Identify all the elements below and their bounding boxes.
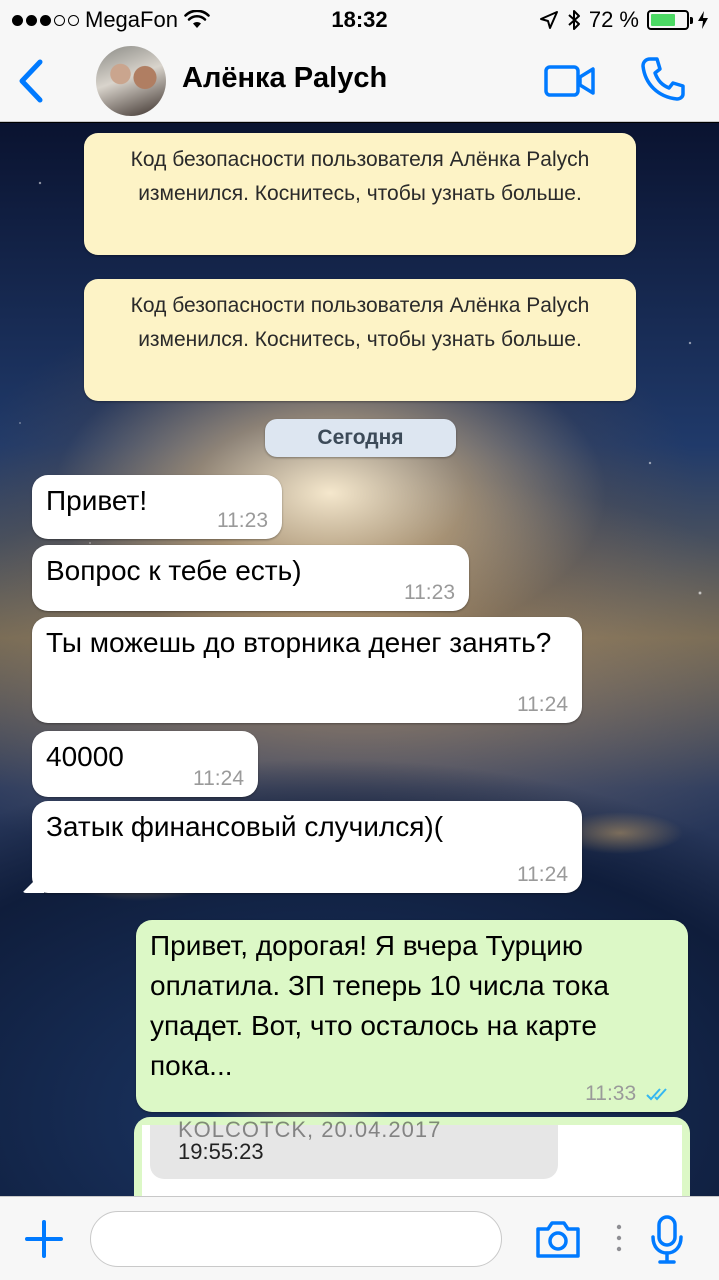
- security-notice-text: Код безопасности пользователя Алёнка Pal…: [130, 294, 590, 351]
- receipt-strip: KOLCOTCK, 20.04.2017 19:55:23: [150, 1117, 558, 1179]
- chat-header: Алёнка Palych: [0, 40, 719, 122]
- message-time: 11:23: [217, 509, 268, 532]
- video-call-icon[interactable]: [544, 64, 596, 98]
- microphone-icon[interactable]: [650, 1215, 684, 1265]
- incoming-message[interactable]: Затык финансовый случился)( 11:24: [32, 801, 582, 893]
- receipt-photo[interactable]: KOLCOTCK, 20.04.2017 19:55:23: [142, 1117, 682, 1196]
- message-time: 11:24: [517, 863, 568, 886]
- message-time-status: 11:33: [585, 1082, 674, 1106]
- message-text: Затык финансовый случился)(: [46, 811, 444, 842]
- security-notice[interactable]: Код безопасности пользователя Алёнка Pal…: [84, 133, 636, 255]
- image-message[interactable]: KOLCOTCK, 20.04.2017 19:55:23: [134, 1117, 690, 1196]
- message-time: 11:24: [193, 767, 244, 790]
- security-notice[interactable]: Код безопасности пользователя Алёнка Pal…: [84, 279, 636, 401]
- security-notice-text: Код безопасности пользователя Алёнка Pal…: [130, 148, 590, 205]
- outgoing-message[interactable]: Привет, дорогая! Я вчера Турцию оплатила…: [136, 920, 688, 1112]
- message-input[interactable]: [90, 1211, 502, 1267]
- chat-area[interactable]: Код безопасности пользователя Алёнка Pal…: [0, 123, 719, 1196]
- incoming-message[interactable]: Привет! 11:23: [32, 475, 282, 539]
- contact-name[interactable]: Алёнка Palych: [182, 62, 387, 95]
- message-time: 11:33: [585, 1082, 637, 1105]
- message-time: 11:23: [404, 581, 455, 604]
- avatar[interactable]: [96, 46, 166, 116]
- incoming-message[interactable]: Вопрос к тебе есть) 11:23: [32, 545, 469, 611]
- status-icons: 72 %: [539, 7, 709, 33]
- bluetooth-icon: [568, 10, 580, 30]
- battery-icon: [647, 10, 693, 30]
- status-bar: MegaFon 18:32 72 %: [0, 0, 719, 40]
- message-text: Ты можешь до вторника денег занять?: [46, 627, 552, 658]
- incoming-message[interactable]: 40000 11:24: [32, 731, 258, 797]
- receipt-time-line: 19:55:23: [178, 1139, 264, 1164]
- back-chevron-icon[interactable]: [14, 58, 48, 104]
- message-text: Привет, дорогая! Я вчера Турцию оплатила…: [150, 930, 609, 1081]
- charging-bolt-icon: [698, 11, 708, 29]
- date-divider: Сегодня: [265, 419, 456, 457]
- input-bar: [0, 1196, 719, 1280]
- plus-icon[interactable]: [24, 1219, 64, 1259]
- more-dots-icon: [616, 1224, 622, 1252]
- read-double-check-icon: [646, 1088, 667, 1101]
- phone-call-icon[interactable]: [640, 56, 686, 102]
- incoming-message[interactable]: Ты можешь до вторника денег занять? 11:2…: [32, 617, 582, 723]
- battery-percent: 72 %: [588, 7, 639, 32]
- camera-icon[interactable]: [534, 1219, 582, 1259]
- location-arrow-icon: [539, 11, 558, 29]
- message-time: 11:24: [517, 693, 568, 716]
